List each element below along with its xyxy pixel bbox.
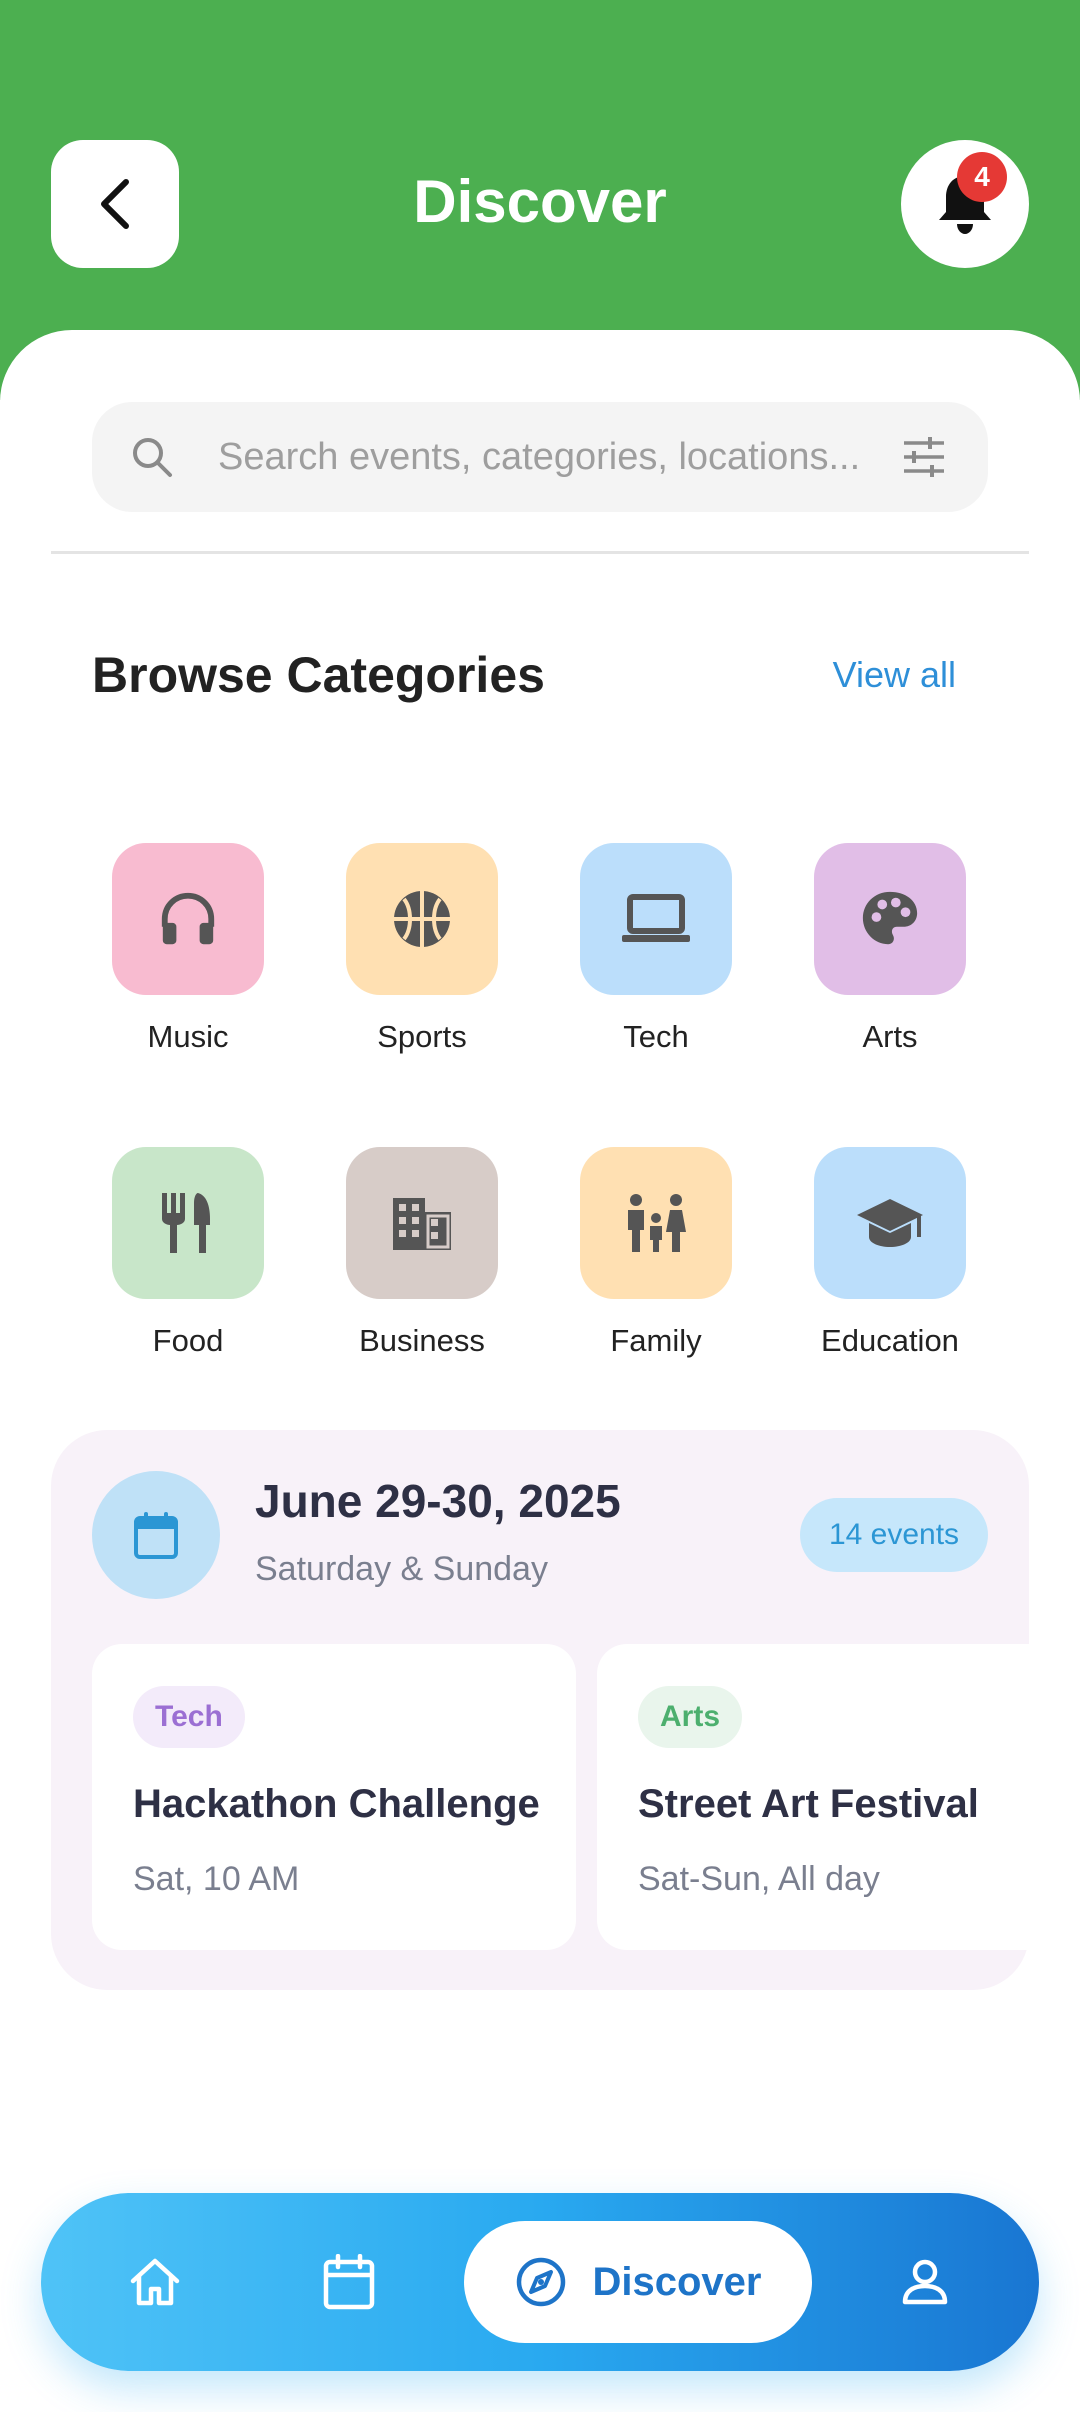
chevron-left-icon bbox=[101, 179, 129, 229]
event-title: Street Art Festival bbox=[638, 1782, 979, 1826]
nav-discover[interactable]: Discover bbox=[464, 2221, 812, 2343]
category-business[interactable]: Business bbox=[322, 1147, 522, 1361]
category-label: Education bbox=[821, 1323, 959, 1358]
headphones-icon bbox=[161, 892, 215, 945]
category-label: Family bbox=[610, 1323, 702, 1358]
category-education[interactable]: Education bbox=[790, 1147, 990, 1361]
category-arts[interactable]: Arts bbox=[790, 843, 990, 1057]
basketball-icon bbox=[394, 891, 450, 947]
section-title: Browse Categories bbox=[92, 647, 545, 703]
search-bar bbox=[92, 402, 988, 512]
laptop-icon bbox=[622, 894, 690, 942]
event-time: Sat, 10 AM bbox=[133, 1860, 300, 1898]
weekend-date: June 29-30, 2025 bbox=[255, 1475, 621, 1527]
family-icon bbox=[628, 1194, 686, 1252]
category-family[interactable]: Family bbox=[556, 1147, 756, 1361]
nav-discover-label: Discover bbox=[592, 2259, 762, 2304]
building-icon bbox=[393, 1198, 451, 1250]
category-food[interactable]: Food bbox=[88, 1147, 288, 1361]
nav-calendar[interactable] bbox=[289, 2193, 409, 2371]
view-all-link[interactable]: View all bbox=[780, 650, 956, 700]
category-label: Food bbox=[152, 1323, 224, 1358]
profile-icon bbox=[902, 2259, 948, 2305]
category-label: Business bbox=[359, 1323, 485, 1358]
calendar-badge bbox=[92, 1471, 220, 1599]
fork-knife-icon bbox=[162, 1193, 210, 1253]
category-label: Music bbox=[147, 1019, 229, 1054]
category-label: Sports bbox=[377, 1019, 467, 1054]
compass-icon bbox=[516, 2257, 565, 2307]
category-tile bbox=[814, 843, 966, 995]
back-button[interactable] bbox=[51, 140, 179, 268]
category-tile bbox=[580, 1147, 732, 1299]
category-tech[interactable]: Tech bbox=[556, 843, 756, 1057]
category-tile bbox=[346, 1147, 498, 1299]
search-icon bbox=[133, 438, 172, 477]
event-tag: Arts bbox=[638, 1686, 743, 1748]
event-card[interactable]: Tech Hackathon Challenge Sat, 10 AM bbox=[92, 1644, 576, 1950]
filter-icon[interactable] bbox=[902, 435, 946, 479]
category-label: Arts bbox=[862, 1019, 918, 1054]
category-music[interactable]: Music bbox=[88, 843, 288, 1057]
category-tile bbox=[580, 843, 732, 995]
category-tile bbox=[814, 1147, 966, 1299]
nav-home[interactable] bbox=[95, 2193, 215, 2371]
weekend-events-card: June 29-30, 2025 Saturday & Sunday 14 ev… bbox=[51, 1430, 1029, 1990]
category-sports[interactable]: Sports bbox=[322, 843, 522, 1057]
divider bbox=[51, 551, 1029, 554]
palette-icon bbox=[862, 891, 918, 945]
calendar-icon bbox=[134, 1512, 178, 1559]
event-tag: Tech bbox=[133, 1686, 245, 1748]
events-count-badge[interactable]: 14 events bbox=[800, 1498, 988, 1572]
category-tile bbox=[112, 1147, 264, 1299]
event-time: Sat-Sun, All day bbox=[638, 1860, 880, 1898]
home-icon bbox=[130, 2258, 180, 2306]
bottom-nav: Discover bbox=[41, 2193, 1039, 2371]
page-title: Discover bbox=[413, 168, 667, 235]
calendar-icon bbox=[323, 2254, 375, 2310]
notification-badge: 4 bbox=[957, 152, 1007, 202]
weekend-days: Saturday & Sunday bbox=[255, 1550, 548, 1588]
category-tile bbox=[112, 843, 264, 995]
category-label: Tech bbox=[623, 1019, 689, 1054]
search-input[interactable] bbox=[218, 402, 878, 512]
event-card[interactable]: Arts Street Art Festival Sat-Sun, All da… bbox=[597, 1644, 1029, 1950]
nav-profile[interactable] bbox=[865, 2193, 985, 2371]
category-tile bbox=[346, 843, 498, 995]
graduation-cap-icon bbox=[857, 1199, 923, 1247]
event-title: Hackathon Challenge bbox=[133, 1782, 540, 1826]
